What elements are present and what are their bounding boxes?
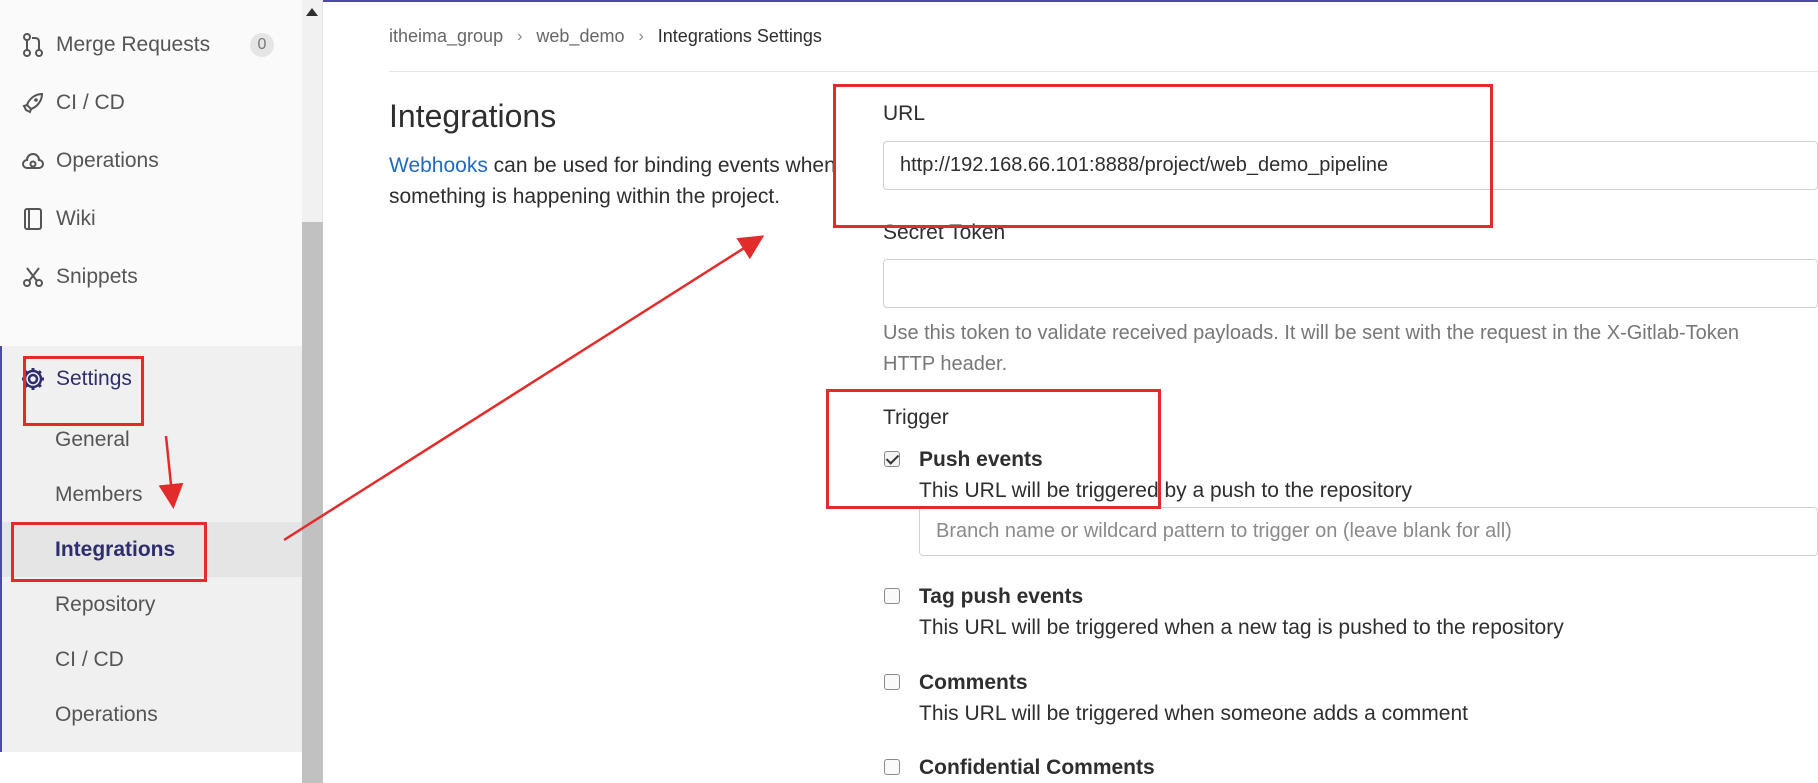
annotation-arrow-down — [158, 435, 184, 509]
annotation-arrows — [158, 235, 765, 542]
annotation-arrow-to-form — [283, 235, 765, 542]
